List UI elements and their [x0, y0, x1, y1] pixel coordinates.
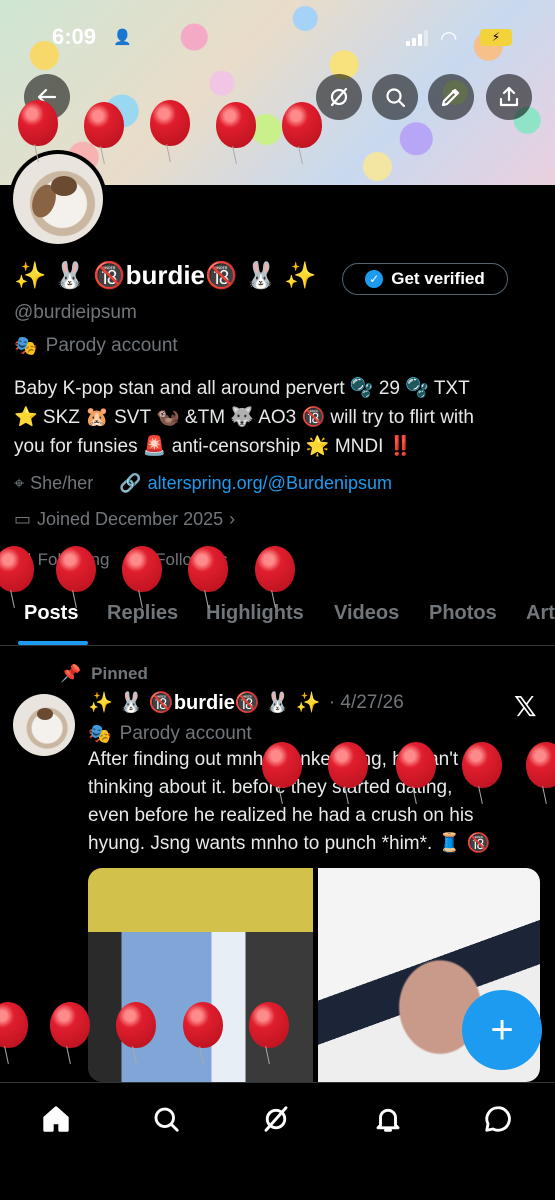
- nav-notifications[interactable]: [370, 1101, 406, 1137]
- followers-link[interactable]: 22 Followers: [131, 550, 227, 570]
- pinned-label: Pinned: [91, 664, 148, 683]
- edit-icon: [441, 88, 460, 107]
- link-icon: 🔗: [119, 473, 142, 493]
- tab-photos[interactable]: Photos: [429, 602, 497, 625]
- balloon-icon: [255, 546, 295, 592]
- notifications-icon: [376, 1108, 400, 1132]
- person-icon: 👤: [113, 29, 132, 46]
- bio-line: ⭐ SKZ 🐹 SVT 🦦 &TM 🐺 AO3 🔞 will try to fl…: [14, 407, 474, 428]
- post-avatar[interactable]: [13, 694, 75, 756]
- post-author[interactable]: ✨ 🐰 🔞burdie🔞 🐰 ✨: [88, 690, 321, 715]
- post-text-line: After finding out mnho bonked jsng, he c…: [88, 749, 500, 770]
- pin-icon: 📌: [60, 664, 82, 683]
- mask-icon: 🎭: [88, 724, 112, 745]
- joined-date-row[interactable]: ▭ Joined December 2025 ›: [14, 509, 235, 530]
- mask-icon: 🎭: [14, 336, 38, 357]
- post-parody-label: Parody account: [119, 723, 252, 744]
- status-bar: 6:09 👤 ◠ ⚡: [0, 18, 555, 58]
- joined-date: Joined December 2025: [37, 509, 224, 529]
- nav-search[interactable]: [148, 1101, 184, 1137]
- get-verified-button[interactable]: ✓ Get verified: [342, 263, 508, 295]
- post-text-line: thinking about it. before they started d…: [88, 777, 453, 798]
- profile-link[interactable]: alterspring.org/@Burdenipsum: [148, 473, 392, 494]
- bio-line: you for funsies 🚨 anti-censorship 🌟 MNDI…: [14, 436, 413, 457]
- verified-badge-icon: ✓: [365, 270, 384, 288]
- profile-handle: @burdieipsum: [14, 302, 137, 323]
- profile-avatar[interactable]: [9, 150, 107, 248]
- post-date: · 4/27/26: [328, 691, 404, 713]
- pinned-label-row: 📌 Pinned: [60, 664, 148, 684]
- profile-name-row: ✨ 🐰 🔞burdie🔞 🐰 ✨: [14, 260, 317, 291]
- status-time: 6:09: [52, 24, 97, 49]
- charging-battery-icon: ⚡: [480, 29, 512, 46]
- profile-meta: ⌖ She/her 🔗 alterspring.org/@Burdenipsum: [14, 473, 392, 494]
- messages-icon: [485, 1106, 511, 1132]
- grok-icon: [264, 1106, 288, 1132]
- profile-tabs: Posts Replies Highlights Videos Photos A…: [0, 594, 555, 646]
- search-button[interactable]: [372, 74, 418, 120]
- parody-label: Parody account: [45, 335, 178, 356]
- post-image-1[interactable]: [88, 868, 313, 1082]
- tab-replies[interactable]: Replies: [107, 602, 178, 625]
- home-icon: [43, 1106, 69, 1132]
- post-header: ✨ 🐰 🔞burdie🔞 🐰 ✨ · 4/27/26: [88, 690, 404, 715]
- edit-button[interactable]: [428, 74, 474, 120]
- x-logo-icon[interactable]: 𝕏: [514, 690, 537, 723]
- parody-label-row: 🎭 Parody account: [14, 334, 178, 358]
- grok-button[interactable]: [316, 74, 362, 120]
- pronouns: She/her: [30, 473, 94, 493]
- following-link[interactable]: 91 Following: [14, 550, 109, 570]
- balloon-icon: [0, 1002, 28, 1048]
- active-tab-indicator: [18, 641, 88, 645]
- tab-highlights[interactable]: Highlights: [206, 602, 304, 625]
- search-icon: [154, 1107, 179, 1132]
- tab-videos[interactable]: Videos: [334, 602, 399, 625]
- search-icon: [386, 88, 406, 108]
- share-icon: [499, 86, 519, 107]
- post-text-line: hyung. Jsng wants mnho to punch *him*. 🧵…: [88, 833, 491, 854]
- nav-home[interactable]: [38, 1101, 74, 1137]
- post-parody-row: 🎭 Parody account: [88, 722, 252, 746]
- chevron-right-icon: ›: [229, 509, 236, 529]
- location-pin-icon: ⌖: [14, 473, 25, 493]
- follow-stats: 91 Following 22 Followers: [14, 550, 228, 570]
- tab-art[interactable]: Art: [526, 602, 555, 625]
- nav-grok[interactable]: [258, 1101, 294, 1137]
- get-verified-label: Get verified: [391, 269, 485, 288]
- bottom-navigation: [0, 1082, 555, 1200]
- bio-line: Baby K-pop stan and all around pervert 🫧…: [14, 378, 470, 399]
- display-name: ✨ 🐰 🔞burdie🔞 🐰 ✨: [14, 260, 317, 290]
- grok-icon: [330, 87, 348, 107]
- share-button[interactable]: [486, 74, 532, 120]
- post-text-line: even before he realized he had a crush o…: [88, 805, 474, 826]
- wifi-icon: ◠: [440, 28, 458, 50]
- nav-messages[interactable]: [480, 1101, 516, 1137]
- compose-button[interactable]: +: [462, 990, 542, 1070]
- tab-posts[interactable]: Posts: [24, 602, 78, 625]
- calendar-icon: ▭: [14, 509, 32, 529]
- profile-bio: Baby K-pop stan and all around pervert 🫧…: [14, 374, 544, 461]
- back-button[interactable]: [24, 74, 70, 120]
- arrow-left-icon: [37, 88, 57, 106]
- signal-icon: [406, 30, 428, 46]
- post-text[interactable]: After finding out mnho bonked jsng, he c…: [88, 746, 538, 858]
- balloon-icon: [50, 1002, 90, 1048]
